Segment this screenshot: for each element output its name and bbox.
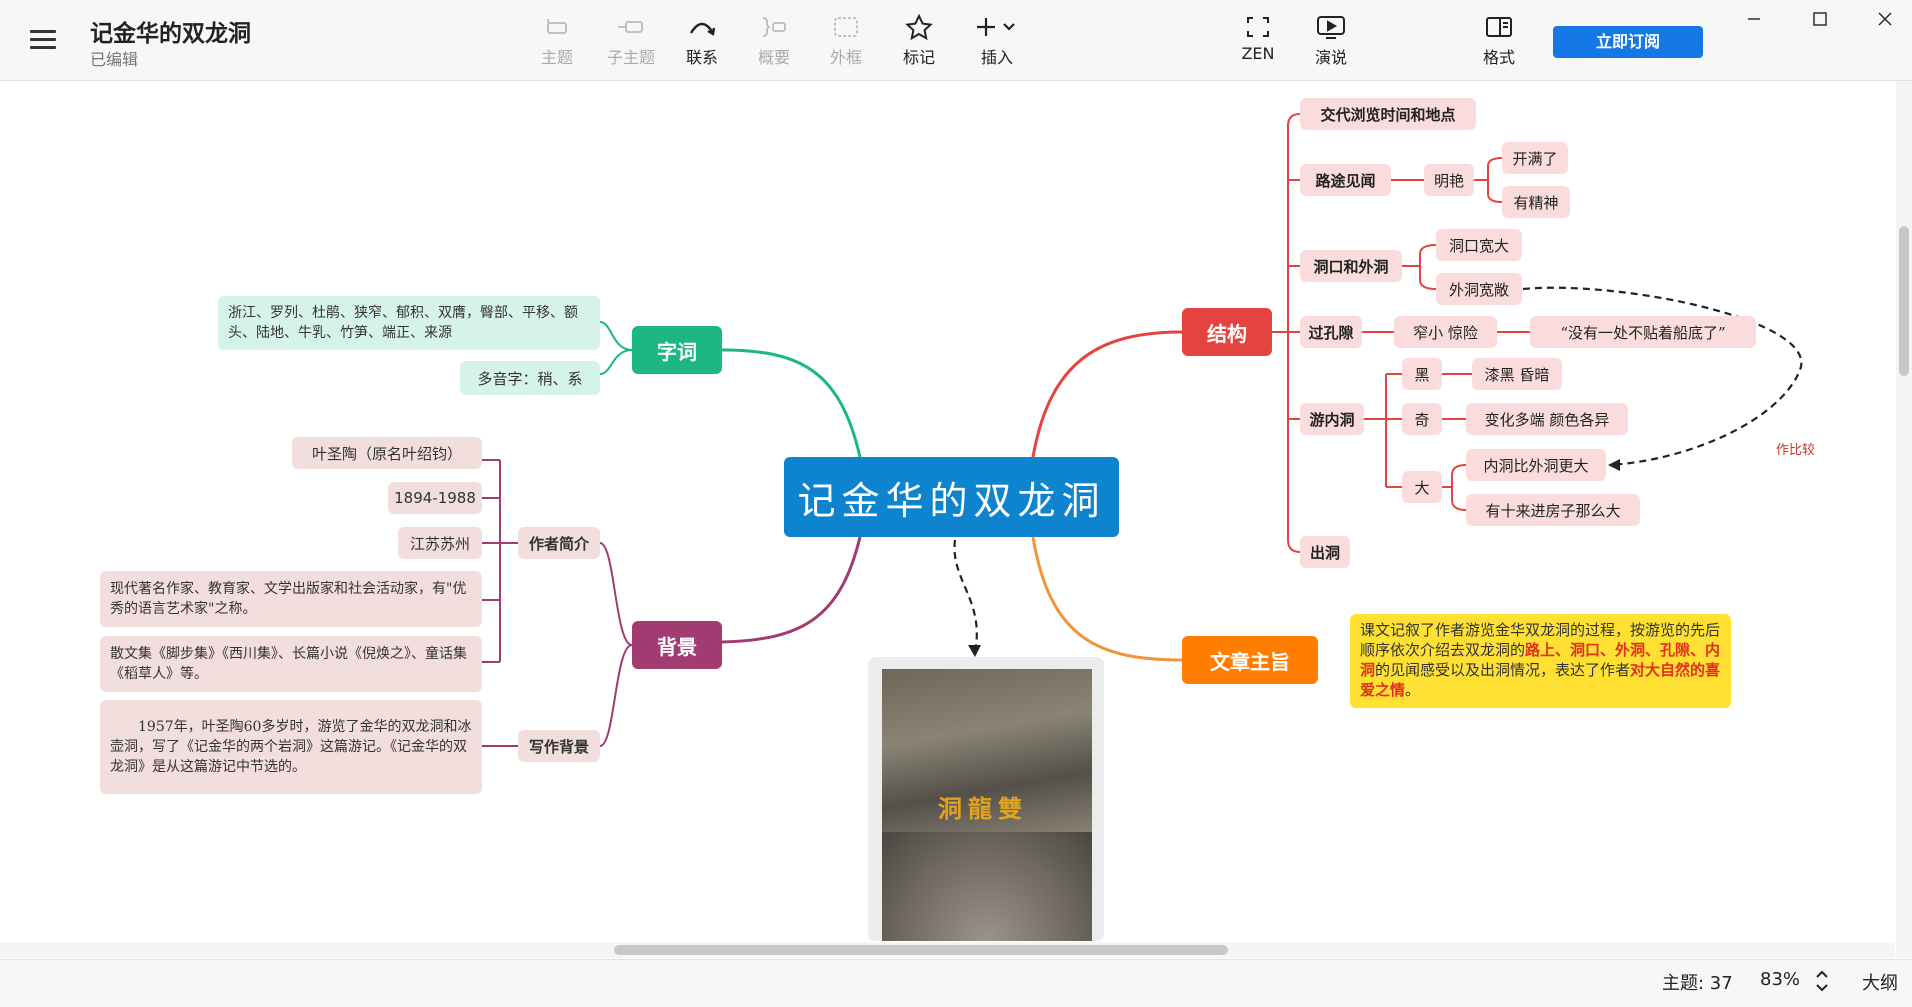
relation-icon — [667, 12, 737, 42]
cave-inscription: 洞龍雙 — [938, 794, 1028, 823]
topic-vocabulary[interactable]: 浙江、罗列、杜鹃、狭窄、郁积、双膺，臀部、平移、额头、陆地、牛乳、竹笋、端正、来… — [218, 296, 600, 350]
topic-large[interactable]: 大 — [1402, 471, 1442, 503]
horizontal-scrollbar[interactable] — [0, 942, 1895, 958]
topic-pitch-dark[interactable]: 漆黑 昏暗 — [1472, 358, 1562, 390]
marker-button[interactable]: 标记 — [884, 12, 954, 72]
topic-inner-bigger[interactable]: 内洞比外洞更大 — [1466, 449, 1606, 481]
menu-icon[interactable] — [30, 30, 56, 50]
topic-author-intro[interactable]: 作者简介 — [518, 527, 600, 559]
format-panel-icon — [1464, 12, 1534, 42]
topic-ten-rooms[interactable]: 有十来进房子那么大 — [1466, 494, 1640, 526]
attached-image[interactable]: 洞龍雙 — [868, 657, 1104, 941]
subtopic-button[interactable]: 子主题 — [596, 12, 666, 72]
topic-narrow-thrilling[interactable]: 窄小 惊险 — [1394, 316, 1497, 348]
outline-button[interactable]: 大纲 — [1862, 969, 1898, 995]
zoom-level[interactable]: 83% — [1760, 969, 1800, 990]
topic-bright[interactable]: 明艳 — [1424, 164, 1474, 196]
status-bar — [0, 959, 1912, 1007]
topic-full-bloom[interactable]: 开满了 — [1502, 142, 1568, 174]
vertical-scroll-thumb[interactable] — [1899, 226, 1909, 376]
topic-button[interactable]: 主题 — [522, 12, 592, 72]
minimize-icon[interactable] — [1731, 6, 1777, 36]
horizontal-scroll-thumb[interactable] — [614, 945, 1228, 955]
branch-jiegou[interactable]: 结构 — [1182, 308, 1272, 356]
fullscreen-icon — [1223, 12, 1293, 42]
author-works[interactable]: 散文集《脚步集》《西川集》、长篇小说《倪焕之》、童话集《稻草人》等。 — [100, 636, 482, 692]
topic-strange[interactable]: 奇 — [1402, 403, 1442, 435]
topic-dark[interactable]: 黑 — [1402, 358, 1442, 390]
author-description[interactable]: 现代著名作家、教育家、文学出版家和社会活动家，有"优秀的语言艺术家"之称。 — [100, 571, 482, 627]
relation-button[interactable]: 联系 — [667, 12, 737, 72]
topic-wide-mouth[interactable]: 洞口宽大 — [1436, 229, 1522, 261]
present-button[interactable]: 演说 — [1296, 12, 1366, 72]
vertical-scrollbar[interactable] — [1896, 81, 1912, 958]
insert-button[interactable]: 插入 — [962, 12, 1032, 72]
format-button[interactable]: 格式 — [1464, 12, 1534, 72]
author-name[interactable]: 叶圣陶（原名叶绍钧） — [292, 437, 482, 469]
topic-time-place[interactable]: 交代浏览时间和地点 — [1300, 98, 1476, 130]
close-icon[interactable] — [1862, 6, 1908, 36]
topic-on-the-way[interactable]: 路途见闻 — [1300, 164, 1391, 196]
central-topic[interactable]: 记金华的双龙洞 — [784, 457, 1119, 537]
branch-beijing[interactable]: 背景 — [632, 621, 722, 669]
mindmap-canvas[interactable]: 记金华的双龙洞 字词 浙江、罗列、杜鹃、狭窄、郁积、双膺，臀部、平移、额头、陆地… — [0, 81, 1895, 941]
star-icon — [884, 12, 954, 42]
document-title[interactable]: 记金华的双龙洞 — [90, 14, 251, 48]
topic-varied-colors[interactable]: 变化多端 颜色各异 — [1466, 403, 1628, 435]
topic-spacious-outer[interactable]: 外洞宽敞 — [1436, 273, 1522, 305]
topic-pass-gap[interactable]: 过孔隙 — [1300, 316, 1362, 348]
maximize-icon[interactable] — [1797, 6, 1843, 36]
topic-polyphones[interactable]: 多音字：稍、系 — [460, 361, 600, 395]
author-hometown[interactable]: 江苏苏州 — [398, 527, 482, 559]
branch-ziyi[interactable]: 字词 — [632, 326, 722, 374]
play-screen-icon — [1296, 12, 1366, 42]
topic-mouth-outer-cave[interactable]: 洞口和外洞 — [1300, 250, 1402, 282]
plus-dropdown-icon — [962, 12, 1032, 42]
topic-spirited[interactable]: 有精神 — [1502, 186, 1570, 218]
zen-button[interactable]: ZEN — [1223, 12, 1293, 72]
subtopic-icon — [596, 12, 666, 42]
topic-icon — [522, 12, 592, 42]
summary-button[interactable]: 概要 — [739, 12, 809, 72]
branch-theme[interactable]: 文章主旨 — [1182, 636, 1318, 684]
title-bar: 记金华的双龙洞 已编辑 主题 子主题 联系 概要 外框 标记 插入 ZEN 演说… — [0, 0, 1912, 81]
subscribe-button[interactable]: 立即订阅 — [1553, 26, 1703, 58]
topic-count: 主题: 37 — [1662, 973, 1733, 994]
relation-label-compare[interactable]: 作比较 — [1776, 439, 1815, 458]
topic-theme-text[interactable]: 课文记叙了作者游览金华双龙洞的过程，按游览的先后顺序依次介绍去双龙洞的路上、洞口… — [1350, 614, 1731, 708]
zoom-stepper-icon[interactable] — [1814, 968, 1830, 999]
summary-icon — [739, 12, 809, 42]
author-years[interactable]: 1894-1988 — [388, 482, 482, 514]
topic-quote[interactable]: “没有一处不贴着船底了” — [1530, 316, 1756, 348]
boundary-icon — [811, 12, 881, 42]
cave-photo: 洞龍雙 — [882, 669, 1092, 941]
topic-exit-cave[interactable]: 出洞 — [1300, 536, 1350, 568]
boundary-button[interactable]: 外框 — [811, 12, 881, 72]
topic-inner-cave[interactable]: 游内洞 — [1300, 403, 1364, 435]
document-status: 已编辑 — [90, 50, 139, 69]
writing-background-text[interactable]: 1957年，叶圣陶60多岁时，游览了金华的双龙洞和冰壶洞，写了《记金华的两个岩洞… — [100, 700, 482, 794]
topic-writing-background[interactable]: 写作背景 — [518, 730, 600, 762]
